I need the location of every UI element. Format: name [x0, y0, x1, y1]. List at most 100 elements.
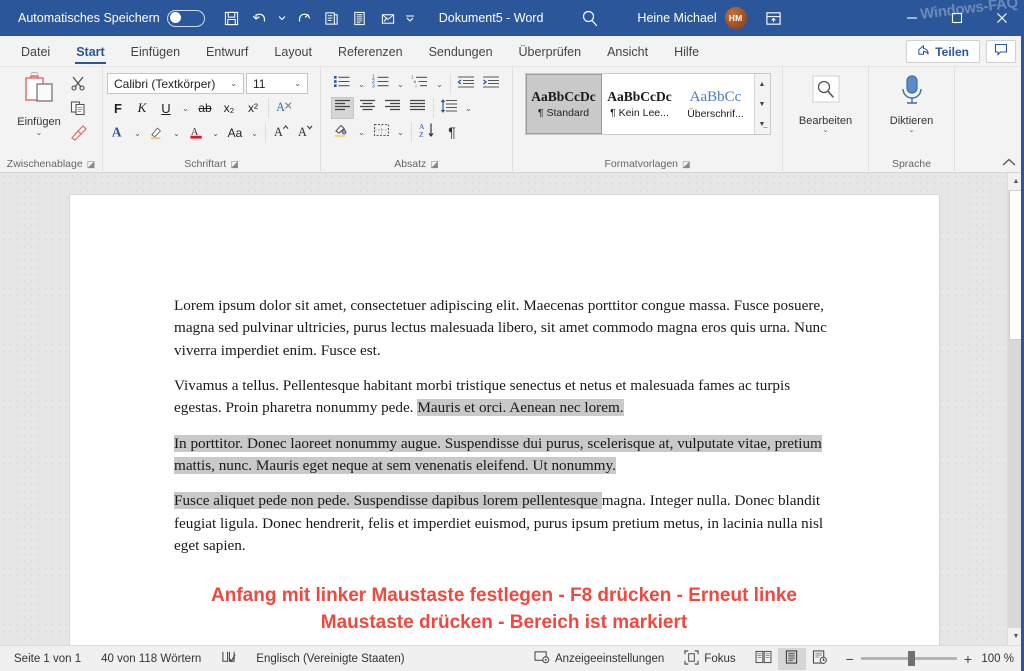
- show-formatting-marks-button[interactable]: ¶: [441, 121, 464, 143]
- chevron-down-icon[interactable]: ⌄: [909, 126, 915, 134]
- subscript-button[interactable]: x₂: [218, 97, 240, 119]
- tab-hilfe[interactable]: Hilfe: [661, 37, 712, 66]
- customize-qat-icon[interactable]: [403, 5, 417, 31]
- underline-button[interactable]: U: [155, 97, 177, 119]
- ribbon-display-options-icon[interactable]: [765, 10, 782, 27]
- align-justify-button[interactable]: [406, 97, 429, 119]
- borders-dropdown-icon[interactable]: ⌄: [395, 121, 407, 143]
- copy-button[interactable]: [66, 99, 90, 121]
- font-color-button[interactable]: A: [185, 122, 207, 144]
- grow-font-button[interactable]: A: [270, 122, 292, 144]
- user-name[interactable]: Heine Michael: [637, 11, 716, 25]
- chevron-up-icon[interactable]: ▲: [755, 74, 770, 94]
- font-name-combobox[interactable]: Calibri (Textkörper) ⌄: [107, 73, 244, 94]
- zoom-slider[interactable]: [861, 657, 957, 660]
- bold-button[interactable]: F: [107, 97, 129, 119]
- shrink-font-button[interactable]: A: [294, 122, 316, 144]
- document-text[interactable]: Lorem ipsum dolor sit amet, consectetuer…: [174, 295, 834, 637]
- text-highlight-button[interactable]: [146, 122, 168, 144]
- text-effects-button[interactable]: A: [107, 122, 129, 144]
- line-spacing-button[interactable]: [438, 97, 461, 119]
- paragraph-3[interactable]: In porttitor. Donec laoreet nonummy augu…: [174, 433, 834, 478]
- chevron-down-icon[interactable]: ▼: [755, 94, 770, 114]
- increase-indent-button[interactable]: [480, 73, 503, 95]
- bullet-list-dropdown-icon[interactable]: ⌄: [356, 73, 368, 95]
- paste-dropdown-icon[interactable]: ⌄: [36, 128, 43, 137]
- change-case-dropdown-icon[interactable]: ⌄: [248, 122, 261, 144]
- paragraph-dialog-launcher-icon[interactable]: ◪: [430, 156, 439, 173]
- callout-text[interactable]: Anfang mit linker Maustaste festlegen - …: [174, 583, 834, 637]
- document-page[interactable]: Lorem ipsum dolor sit amet, consectetuer…: [70, 195, 939, 645]
- tab-ansicht[interactable]: Ansicht: [594, 37, 661, 66]
- focus-button[interactable]: Fokus: [674, 646, 745, 671]
- collapse-ribbon-icon[interactable]: [1002, 158, 1016, 170]
- text-highlight-dropdown-icon[interactable]: ⌄: [170, 122, 183, 144]
- align-left-button[interactable]: [331, 97, 354, 119]
- print-preview-icon[interactable]: [347, 5, 373, 31]
- paste-button[interactable]: Einfügen ⌄: [12, 70, 66, 137]
- tab-start[interactable]: Start: [63, 37, 117, 66]
- zoom-slider-thumb[interactable]: [908, 651, 915, 666]
- tab-referenzen[interactable]: Referenzen: [325, 37, 416, 66]
- quick-print-icon[interactable]: [319, 5, 345, 31]
- tab-layout[interactable]: Layout: [261, 37, 325, 66]
- zoom-out-button[interactable]: −: [846, 651, 854, 667]
- undo-icon[interactable]: [247, 5, 273, 31]
- display-settings-button[interactable]: Anzeigeeinstellungen: [524, 646, 674, 671]
- change-case-button[interactable]: Aa: [224, 122, 246, 144]
- style-item-standard[interactable]: AaBbCcDc ¶ Standard: [526, 74, 602, 134]
- paragraph-1[interactable]: Lorem ipsum dolor sit amet, consectetuer…: [174, 295, 834, 362]
- superscript-button[interactable]: x²: [242, 97, 264, 119]
- chevron-down-icon[interactable]: ⌄: [823, 126, 829, 134]
- redo-icon[interactable]: [291, 5, 317, 31]
- underline-dropdown-icon[interactable]: ⌄: [179, 97, 192, 119]
- paragraph-2[interactable]: Vivamus a tellus. Pellentesque habitant …: [174, 375, 834, 420]
- style-item-ueberschrift[interactable]: AaBbCc Überschrif...: [678, 74, 754, 134]
- text-effects-dropdown-icon[interactable]: ⌄: [131, 122, 144, 144]
- zoom-in-button[interactable]: +: [964, 651, 972, 667]
- strikethrough-button[interactable]: ab: [194, 97, 216, 119]
- maximize-icon[interactable]: [934, 0, 979, 36]
- tab-ueberpruefen[interactable]: Überprüfen: [506, 37, 595, 66]
- bullet-list-button[interactable]: [331, 73, 354, 95]
- borders-button[interactable]: [370, 121, 393, 143]
- multilevel-list-dropdown-icon[interactable]: ⌄: [434, 73, 446, 95]
- styles-dialog-launcher-icon[interactable]: ◪: [682, 156, 691, 173]
- multilevel-list-button[interactable]: 1ai: [409, 73, 432, 95]
- numbered-list-button[interactable]: 123: [370, 73, 393, 95]
- document-canvas[interactable]: Lorem ipsum dolor sit amet, consectetuer…: [0, 173, 1024, 645]
- more-styles-icon[interactable]: ▼̲: [755, 114, 770, 134]
- format-painter-button[interactable]: [66, 124, 90, 146]
- language-status[interactable]: Englisch (Vereinigte Staaten): [246, 646, 414, 671]
- comment-button[interactable]: [986, 40, 1016, 63]
- proofing-status[interactable]: [211, 646, 246, 671]
- font-size-combobox[interactable]: 11 ⌄: [246, 73, 308, 94]
- avatar[interactable]: HM: [725, 7, 747, 29]
- print-layout-button[interactable]: [778, 648, 806, 670]
- search-icon[interactable]: [581, 9, 599, 27]
- read-mode-button[interactable]: [750, 648, 778, 670]
- undo-dropdown-icon[interactable]: [275, 5, 289, 31]
- word-count[interactable]: 40 von 118 Wörtern: [91, 646, 211, 671]
- line-spacing-dropdown-icon[interactable]: ⌄: [463, 97, 475, 119]
- style-item-kein-leerraum[interactable]: AaBbCcDc ¶ Kein Lee...: [602, 74, 678, 134]
- paragraph-4[interactable]: Fusce aliquet pede non pede. Suspendisse…: [174, 490, 834, 557]
- email-icon[interactable]: [375, 5, 401, 31]
- close-icon[interactable]: [979, 0, 1024, 36]
- save-icon[interactable]: [219, 5, 245, 31]
- sort-button[interactable]: AZ: [416, 121, 439, 143]
- editing-button[interactable]: Bearbeiten ⌄: [791, 70, 861, 134]
- share-button[interactable]: Teilen: [906, 40, 980, 63]
- web-layout-button[interactable]: [806, 648, 834, 670]
- zoom-level[interactable]: 100 %: [980, 653, 1024, 665]
- decrease-indent-button[interactable]: [455, 73, 478, 95]
- font-color-dropdown-icon[interactable]: ⌄: [209, 122, 222, 144]
- tab-datei[interactable]: Datei: [8, 37, 63, 66]
- font-dialog-launcher-icon[interactable]: ◪: [230, 156, 239, 173]
- tab-entwurf[interactable]: Entwurf: [193, 37, 261, 66]
- tab-sendungen[interactable]: Sendungen: [416, 37, 506, 66]
- dictate-button[interactable]: Diktieren ⌄: [877, 70, 947, 134]
- cut-button[interactable]: [66, 74, 90, 96]
- numbered-list-dropdown-icon[interactable]: ⌄: [395, 73, 407, 95]
- minimize-icon[interactable]: [889, 0, 934, 36]
